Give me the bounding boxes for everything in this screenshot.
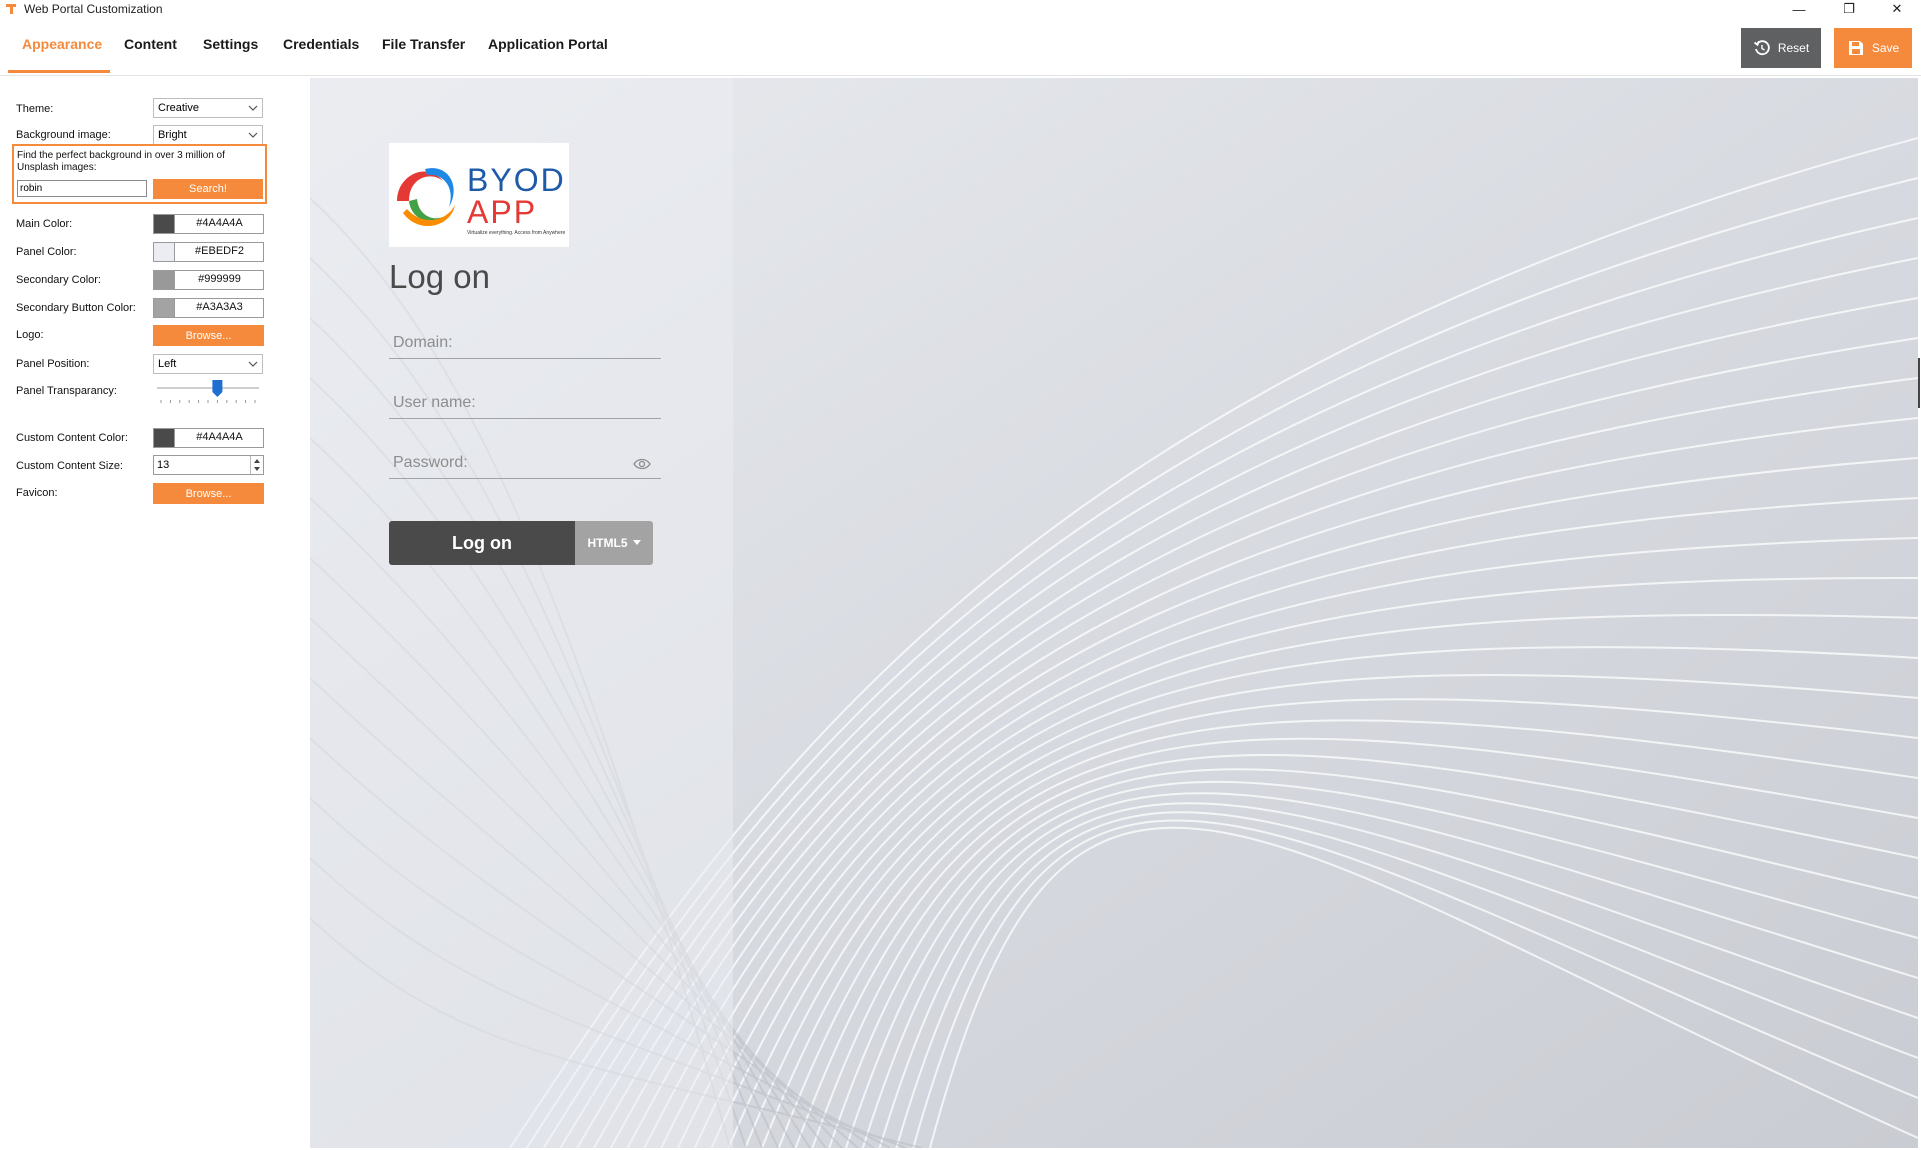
window-resize-edge [1918,358,1920,408]
theme-value: Creative [158,102,199,114]
panel-position-value: Left [158,358,177,370]
tab-bar: Appearance Content Settings Credentials … [0,18,1921,76]
stepper-arrows-icon[interactable] [250,456,263,474]
custom-content-color-picker[interactable]: #4A4A4A [153,428,264,448]
custom-content-color-label: Custom Content Color: [16,432,128,444]
domain-field[interactable]: Domain: [389,328,661,359]
html5-label: HTML5 [587,536,628,550]
favicon-label: Favicon: [16,487,58,499]
secondary-color-swatch [154,271,175,289]
custom-content-size-label: Custom Content Size: [16,460,123,472]
html5-mode-button[interactable]: HTML5 [575,521,653,565]
username-field[interactable]: User name: [389,388,661,419]
custom-content-size-stepper[interactable]: 13 [153,455,264,475]
chevron-down-icon [248,361,258,367]
main-color-label: Main Color: [16,218,73,230]
panel-transparency-slider[interactable] [157,378,259,408]
logo-text-byod: BYOD [467,162,566,198]
secondary-button-color-picker[interactable]: #A3A3A3 [153,298,264,318]
tab-settings[interactable]: Settings [203,36,258,52]
close-button[interactable]: ✕ [1874,0,1920,18]
byod-app-logo: BYOD APP Virtualize everything. Access f… [397,162,566,236]
window-title: Web Portal Customization [24,2,163,16]
secondary-button-color-label: Secondary Button Color: [16,302,136,314]
panel-color-value: #EBEDF2 [195,245,244,257]
username-placeholder: User name: [393,394,476,411]
panel-position-label: Panel Position: [16,358,90,370]
secondary-button-color-swatch [154,299,175,317]
domain-placeholder: Domain: [393,334,453,351]
unsplash-search-input[interactable]: robin [17,180,147,197]
eye-icon[interactable] [633,458,651,470]
reset-button[interactable]: Reset [1741,28,1821,68]
portal-logo: BYOD APP Virtualize everything. Access f… [389,143,569,247]
tab-content[interactable]: Content [124,36,177,52]
save-button[interactable]: Save [1834,28,1912,68]
active-tab-indicator [8,70,110,73]
secondary-color-value: #999999 [198,273,241,285]
maximize-button[interactable]: ❐ [1826,0,1872,18]
background-image-value: Bright [158,129,187,141]
unsplash-search-button[interactable]: Search! [153,179,263,199]
minimize-button[interactable]: — [1776,0,1822,18]
password-placeholder: Password: [393,454,468,471]
chevron-down-icon [248,105,258,111]
tab-file-transfer[interactable]: File Transfer [382,36,465,52]
custom-content-color-swatch [154,429,175,447]
portal-preview: BYOD APP Virtualize everything. Access f… [310,78,1918,1148]
panel-color-label: Panel Color: [16,246,77,258]
reset-icon [1753,40,1770,56]
secondary-color-label: Secondary Color: [16,274,101,286]
logo-text-app: APP [467,194,537,230]
theme-label: Theme: [16,103,54,115]
panel-color-swatch [154,243,175,261]
login-title: Log on [389,258,490,295]
save-icon [1848,41,1863,55]
panel-position-select[interactable]: Left [153,354,263,374]
theme-select[interactable]: Creative [153,98,263,118]
custom-content-color-value: #4A4A4A [196,431,243,443]
main-color-swatch [154,215,175,233]
logo-browse-button[interactable]: Browse... [153,325,264,346]
logo-tagline: Virtualize everything. Access from Anywh… [467,230,566,236]
logo-label: Logo: [16,329,44,341]
secondary-button-color-value: #A3A3A3 [196,301,243,313]
background-image-select[interactable]: Bright [153,125,263,145]
app-icon [6,4,16,14]
login-panel: BYOD APP Virtualize everything. Access f… [310,78,733,1148]
background-image-label: Background image: [16,129,111,141]
settings-panel: Theme: Creative Background image: Bright… [0,76,310,1150]
password-field[interactable]: Password: [389,448,661,479]
custom-content-size-value: 13 [157,459,170,471]
panel-transparency-label: Panel Transparancy: [16,385,117,397]
secondary-color-picker[interactable]: #999999 [153,270,264,290]
unsplash-search-box: Find the perfect background in over 3 mi… [12,144,267,204]
slider-thumb[interactable] [212,380,223,397]
tab-application-portal[interactable]: Application Portal [488,36,608,52]
main-color-value: #4A4A4A [196,217,243,229]
reset-label: Reset [1777,41,1810,55]
favicon-browse-button[interactable]: Browse... [153,483,264,504]
unsplash-description: Find the perfect background in over 3 mi… [17,150,225,173]
chevron-down-icon [248,132,258,138]
tab-appearance[interactable]: Appearance [22,36,102,52]
save-label: Save [1871,41,1900,55]
logon-button[interactable]: Log on [389,521,575,565]
caret-down-icon [632,540,641,545]
title-bar: Web Portal Customization — ❐ ✕ [0,0,1921,18]
main-color-picker[interactable]: #4A4A4A [153,214,264,234]
panel-color-picker[interactable]: #EBEDF2 [153,242,264,262]
orbit-logo-icon [397,168,455,227]
tab-credentials[interactable]: Credentials [283,36,359,52]
